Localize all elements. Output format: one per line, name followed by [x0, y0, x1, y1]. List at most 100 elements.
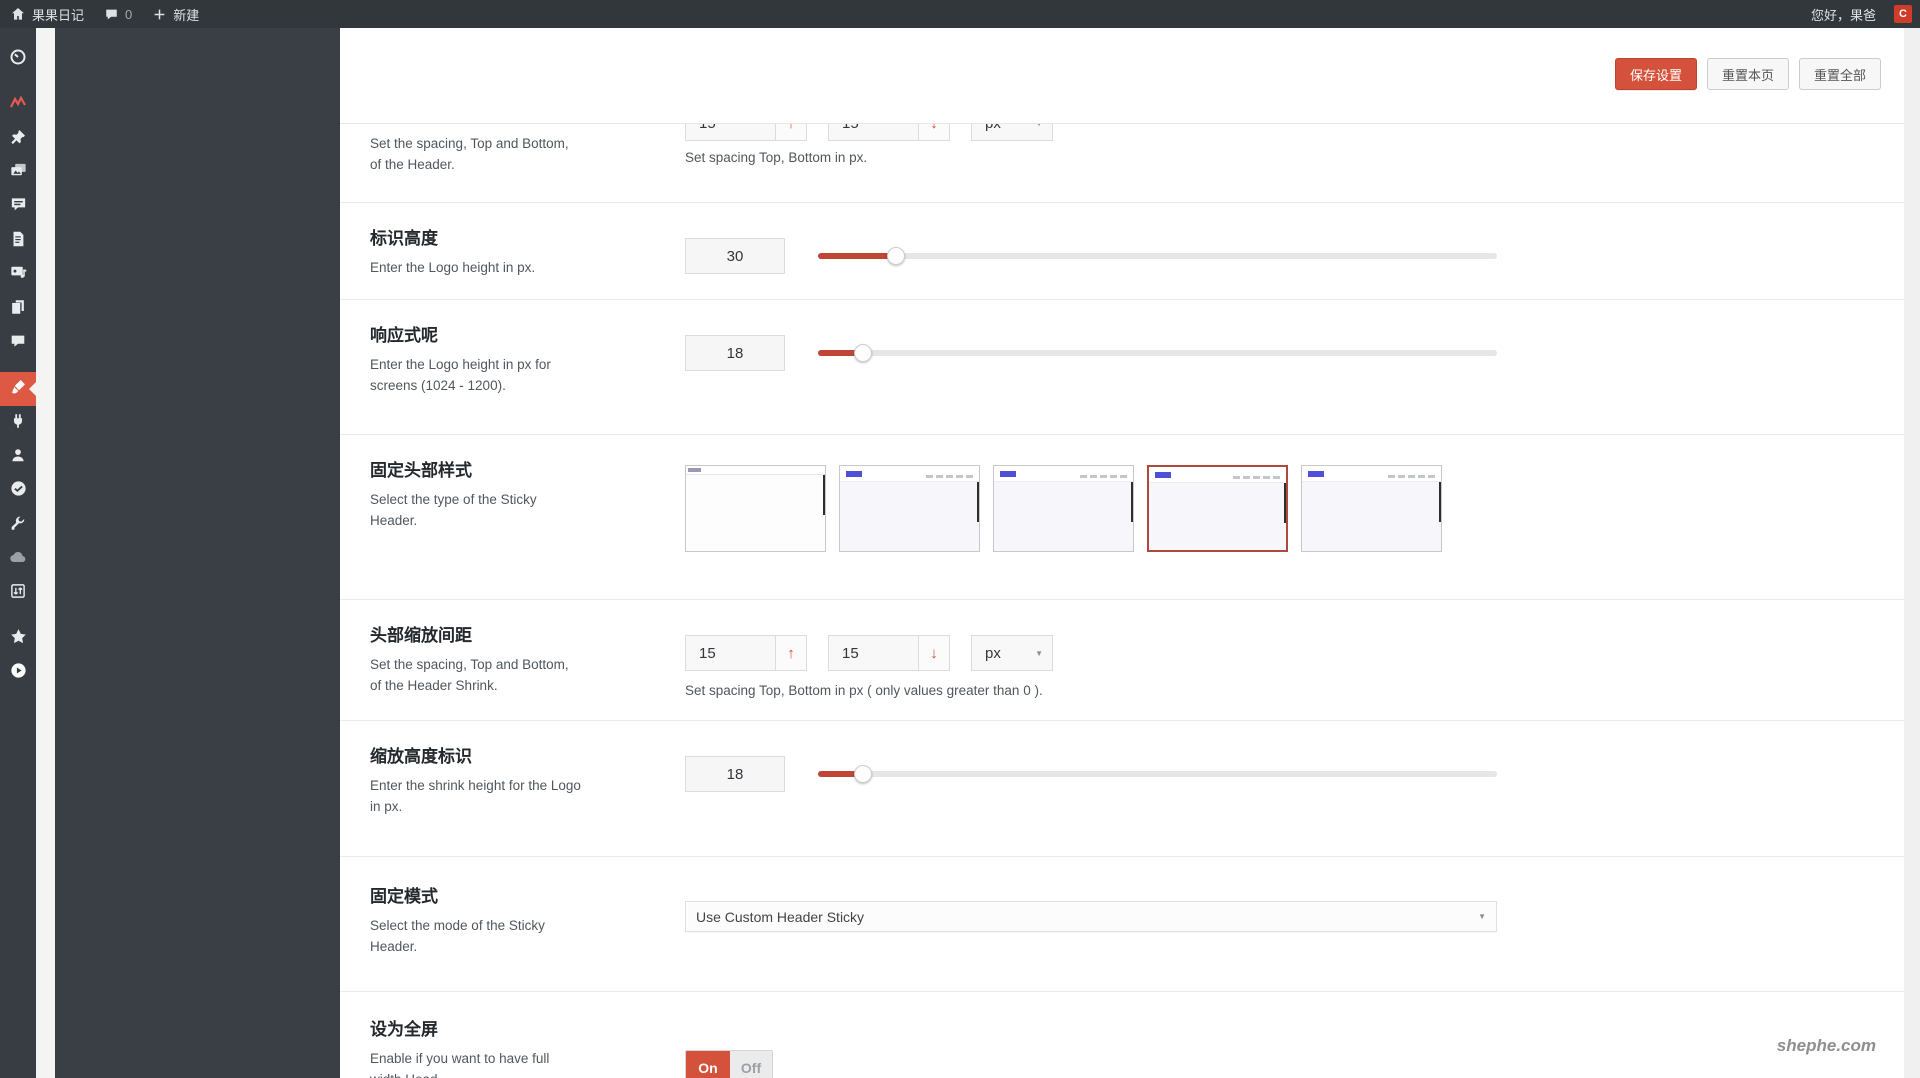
toggle-off-button[interactable]: Off — [730, 1051, 772, 1078]
section-description: Select the mode of the Sticky Header. — [370, 918, 545, 955]
sticky-style-option[interactable] — [685, 465, 826, 552]
section-logo-height: 标识高度 Enter the Logo height in px. 30 — [340, 203, 1904, 300]
sidebar-item[interactable] — [0, 292, 36, 326]
action-bar: 保存设置 重置本页 重置全部 — [340, 28, 1904, 124]
thumb-scrollbar — [977, 482, 979, 522]
chevron-down-icon: ▼ — [1035, 648, 1043, 658]
thumb-logo — [1308, 470, 1324, 477]
arrow-down-icon[interactable]: ↓ — [918, 636, 949, 670]
sidebar-item[interactable] — [0, 42, 36, 76]
sidebar-item[interactable] — [0, 474, 36, 508]
sticky-mode-select[interactable]: Use Custom Header Sticky ▼ — [685, 901, 1497, 932]
pages-icon — [9, 298, 27, 321]
thumb-scrollbar — [1439, 482, 1441, 522]
new-label: 新建 — [173, 7, 200, 23]
arrow-up-icon[interactable]: ↑ — [775, 636, 806, 670]
circle-check-icon — [9, 479, 28, 503]
testimonial-icon — [9, 195, 28, 219]
thumb-menu-items — [1385, 465, 1435, 483]
plugin-icon — [9, 412, 27, 435]
sidebar-item[interactable] — [0, 156, 36, 190]
slider-handle[interactable] — [854, 344, 873, 362]
section-title: 标识高度 — [370, 229, 438, 248]
slider-handle[interactable] — [854, 765, 873, 783]
sidebar-item[interactable] — [0, 88, 36, 122]
reset-all-button[interactable]: 重置全部 — [1798, 58, 1881, 90]
sidebar-item[interactable] — [0, 122, 36, 156]
thumb-menu-items — [923, 465, 973, 483]
section-shrink-logo-height: 缩放高度标识 Enter the shrink height for the L… — [340, 721, 1904, 857]
watermark: shephe.com — [1776, 1036, 1876, 1055]
plus-icon — [152, 7, 167, 22]
thumb-scrollbar — [1131, 482, 1133, 522]
sidebar-item[interactable] — [0, 440, 36, 474]
section-sticky-header-style: 固定头部样式 Select the type of the Sticky Hea… — [340, 435, 1904, 600]
admin-bar: 果果日记 0 新建 您好，果爸 C — [0, 0, 1920, 28]
sticky-style-option[interactable] — [993, 465, 1134, 552]
sidebar-item[interactable] — [0, 326, 36, 360]
sticky-style-option[interactable] — [1147, 465, 1288, 552]
section-title: 响应式呢 — [370, 326, 438, 345]
shrink-spacing-top-input[interactable]: 15 ↑ — [685, 635, 807, 671]
section-description: Enter the shrink height for the Logo in … — [370, 778, 581, 815]
toggle-on-button[interactable]: On — [686, 1051, 730, 1078]
sync-box-icon — [9, 582, 27, 605]
chevron-down-icon: ▼ — [1478, 912, 1486, 921]
sidebar-item[interactable] — [0, 656, 36, 690]
sticky-style-options — [685, 465, 1885, 552]
reset-page-button[interactable]: 重置本页 — [1706, 58, 1789, 90]
options-panel-sidebar — [55, 28, 340, 1078]
avatar[interactable]: C — [1894, 5, 1912, 23]
shrink-logo-height-slider[interactable] — [818, 756, 1497, 792]
thumb-logo — [688, 468, 701, 472]
sidebar-item[interactable] — [0, 508, 36, 542]
sticky-style-option[interactable] — [1301, 465, 1442, 552]
slider-handle[interactable] — [887, 247, 906, 265]
full-width-toggle: On Off — [685, 1050, 773, 1078]
new-content-menu[interactable]: 新建 — [142, 0, 209, 28]
shrink-logo-height-input[interactable]: 18 — [685, 756, 785, 792]
section-header-spacing: Set the spacing, Top and Bottom, of the … — [340, 105, 1904, 203]
thumb-scrollbar — [1284, 483, 1286, 523]
sidebar-item[interactable] — [0, 372, 36, 406]
logo-height-slider[interactable] — [818, 238, 1497, 274]
thumb-header — [994, 466, 1133, 482]
responsive-logo-height-slider[interactable] — [818, 335, 1497, 371]
sidebar-item[interactable] — [0, 224, 36, 258]
play-circle-icon — [9, 661, 28, 685]
menu-scrollbar[interactable] — [36, 28, 55, 1078]
responsive-logo-height-input[interactable]: 18 — [685, 335, 785, 371]
sidebar-item[interactable] — [0, 542, 36, 576]
thumb-header — [1149, 467, 1286, 483]
section-title: 缩放高度标识 — [370, 747, 472, 766]
page-scrollbar[interactable] — [1904, 28, 1920, 1078]
shrink-spacing-unit-select[interactable]: px ▼ — [971, 635, 1053, 671]
sidebar-item[interactable] — [0, 190, 36, 224]
section-header-shrink-spacing: 头部缩放间距 Set the spacing, Top and Bottom, … — [340, 600, 1904, 721]
section-title: 固定模式 — [370, 887, 438, 906]
section-title: 设为全屏 — [370, 1020, 438, 1039]
pin-icon — [9, 128, 27, 151]
site-name: 果果日记 — [32, 7, 85, 23]
sidebar-item[interactable] — [0, 576, 36, 610]
logo-height-input[interactable]: 30 — [685, 238, 785, 274]
section-title: 头部缩放间距 — [370, 626, 472, 645]
document-icon — [9, 230, 27, 253]
account-greeting[interactable]: 您好，果爸 — [1801, 5, 1886, 24]
thumb-logo — [1000, 470, 1016, 477]
save-settings-button[interactable]: 保存设置 — [1614, 58, 1697, 90]
shrink-spacing-bottom-input[interactable]: 15 ↓ — [828, 635, 950, 671]
thumb-menu-items — [1077, 465, 1127, 483]
thumb-header — [1302, 466, 1441, 482]
helper-text: Set spacing Top, Bottom in px. — [685, 150, 868, 165]
thumb-scrollbar — [823, 475, 825, 515]
site-menu[interactable]: 果果日记 — [0, 0, 94, 28]
sidebar-item[interactable] — [0, 258, 36, 292]
comments-menu[interactable]: 0 — [94, 0, 142, 28]
sticky-style-option[interactable] — [839, 465, 980, 552]
sidebar-item[interactable] — [0, 406, 36, 440]
sidebar-item[interactable] — [0, 622, 36, 656]
section-description: Set the spacing, Top and Bottom, of the … — [370, 136, 569, 172]
thumb-logo — [1155, 471, 1171, 478]
thumb-menu-items — [1230, 466, 1280, 484]
